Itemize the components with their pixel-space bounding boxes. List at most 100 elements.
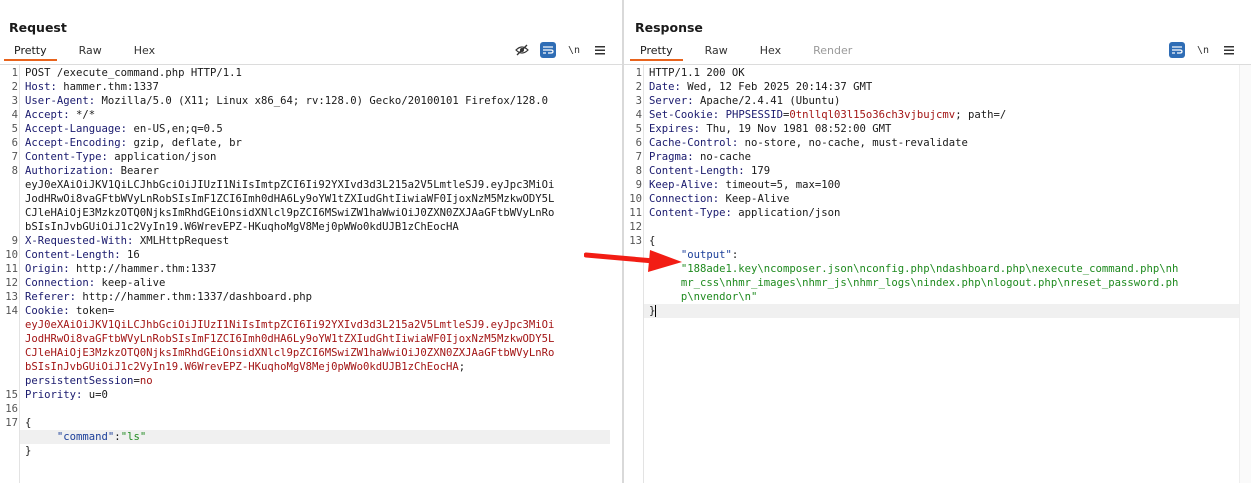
- menu-icon[interactable]: [1221, 42, 1237, 58]
- hide-eye-icon[interactable]: [514, 42, 530, 58]
- header-name: Host:: [25, 81, 57, 93]
- header-name: Content-Type:: [649, 207, 732, 219]
- header-value: XMLHttpRequest: [133, 235, 230, 247]
- code-line: X-Requested-With: XMLHttpRequest: [20, 234, 610, 248]
- response-tab-render[interactable]: Render: [803, 41, 862, 61]
- code-line: CJleHAiOjE3MzkzOTQ0NjksImRhdGEiOnsidXNlc…: [20, 206, 610, 220]
- code-line: HTTP/1.1 200 OK: [644, 66, 1239, 80]
- code-text: eyJ0eXAiOiJKV1QiLCJhbGciOiJIUzI1NiIsImtp…: [25, 179, 555, 191]
- token-value: JodHRwOi8vaGFtbWVyLnRobSIsImF1ZCI6Imh0dH…: [25, 333, 555, 345]
- code-line: Keep-Alive: timeout=5, max=100: [644, 178, 1239, 192]
- response-tab-hex[interactable]: Hex: [750, 41, 791, 61]
- cookie-name: PHPSESSID: [725, 109, 783, 121]
- response-line-numbers: 1 2 3 4 5 6 7 8 9 10 11 12 13: [624, 65, 644, 483]
- response-tab-pretty[interactable]: Pretty: [630, 41, 683, 61]
- request-toolbar: \n: [504, 41, 608, 59]
- header-value: Bearer: [114, 165, 159, 177]
- line-number: 4: [11, 109, 18, 121]
- line-number: 6: [635, 137, 642, 149]
- line-number: 14: [5, 305, 18, 317]
- red-arrow-annotation: [584, 250, 682, 272]
- json-value: mr_css\nhmr_images\nhmr_js\nhmr_logs\nin…: [680, 277, 1179, 289]
- header-name: Keep-Alive:: [649, 179, 720, 191]
- header-value: */*: [69, 109, 96, 121]
- request-tab-hex[interactable]: Hex: [124, 41, 165, 61]
- wrap-lines-icon[interactable]: [540, 42, 556, 58]
- code-line: Accept-Encoding: gzip, deflate, br: [20, 136, 610, 150]
- line-number: 4: [635, 109, 642, 121]
- line-number: 1: [635, 67, 642, 79]
- code-line: "188ade1.key\ncomposer.json\nconfig.php\…: [644, 262, 1239, 276]
- response-tabs: Pretty Raw Hex Render: [630, 41, 874, 61]
- header-name: Accept:: [25, 109, 70, 121]
- header-name: Referer:: [25, 291, 77, 303]
- line-number: 16: [5, 403, 18, 415]
- request-tab-raw[interactable]: Raw: [69, 41, 112, 61]
- line-number: 11: [5, 263, 18, 275]
- code-line: }: [644, 304, 1239, 318]
- code-text: }: [25, 445, 32, 457]
- code-line: p\nvendor\n": [644, 290, 1239, 304]
- header-name: Content-Length:: [25, 249, 121, 261]
- json-value: "ls": [120, 431, 147, 443]
- header-name: Accept-Encoding:: [25, 137, 128, 149]
- header-name: Connection:: [25, 277, 96, 289]
- line-number: 10: [629, 193, 642, 205]
- response-code[interactable]: HTTP/1.1 200 OK Date: Wed, 12 Feb 2025 20…: [644, 65, 1239, 483]
- header-value: no-store, no-cache, must-revalidate: [738, 137, 968, 149]
- request-code[interactable]: POST /execute_command.php HTTP/1.1 Host: …: [20, 65, 610, 483]
- response-tab-raw[interactable]: Raw: [695, 41, 738, 61]
- line-number: 7: [11, 151, 18, 163]
- header-value: gzip, deflate, br: [127, 137, 242, 149]
- header-name: Server:: [649, 95, 694, 107]
- line-number: 13: [629, 235, 642, 247]
- header-value: 16: [120, 249, 140, 261]
- header-name: Connection:: [649, 193, 720, 205]
- line-number: 9: [635, 179, 642, 191]
- code-line: "output":: [644, 248, 1239, 262]
- header-name: Authorization:: [25, 165, 115, 177]
- line-number: 10: [5, 249, 18, 261]
- code-line: Accept-Language: en-US,en;q=0.5: [20, 122, 610, 136]
- request-tab-pretty[interactable]: Pretty: [4, 41, 57, 61]
- code-text: bSIsInJvbGUiOiJ1c2VyIn19.W6WrevEPZ-HKuqh…: [25, 221, 459, 233]
- header-value: Keep-Alive: [719, 193, 790, 205]
- wrap-lines-icon[interactable]: [1169, 42, 1185, 58]
- separator: :: [731, 249, 739, 261]
- code-line: }: [20, 444, 610, 458]
- code-line: Referer: http://hammer.thm:1337/dashboar…: [20, 290, 610, 304]
- code-line: Content-Type: application/json: [20, 150, 610, 164]
- json-key: "command": [56, 431, 115, 443]
- code-line: JodHRwOi8vaGFtbWVyLnRobSIsImF1ZCI6Imh0dH…: [20, 332, 610, 346]
- code-line: Connection: keep-alive: [20, 276, 610, 290]
- code-text: {: [25, 417, 32, 429]
- code-line: Content-Type: application/json: [644, 206, 1239, 220]
- show-newlines-icon[interactable]: \n: [566, 42, 582, 58]
- header-name: Priority:: [25, 389, 83, 401]
- header-value: 179: [744, 165, 771, 177]
- code-line: "command":"ls": [20, 430, 610, 444]
- line-number: 3: [635, 95, 642, 107]
- header-value: http://hammer.thm:1337/dashboard.php: [76, 291, 313, 303]
- request-editor[interactable]: 1 2 3 4 5 6 7 8 9 10 11 12 13 14 15 16 17 POST /execute_…: [0, 64, 622, 483]
- header-name: Accept-Language:: [25, 123, 128, 135]
- code-line: Accept: */*: [20, 108, 610, 122]
- header-name: Cookie:: [25, 305, 70, 317]
- code-line: Connection: Keep-Alive: [644, 192, 1239, 206]
- show-newlines-icon[interactable]: \n: [1195, 42, 1211, 58]
- line-number: 17: [5, 417, 18, 429]
- header-name: Date:: [649, 81, 681, 93]
- menu-icon[interactable]: [592, 42, 608, 58]
- header-name: Cache-Control:: [649, 137, 739, 149]
- header-value: Thu, 19 Nov 1981 08:52:00 GMT: [700, 123, 892, 135]
- response-editor[interactable]: 1 2 3 4 5 6 7 8 9 10 11 12 13 HTTP/1.1 200 OK Date: W…: [624, 64, 1251, 483]
- code-line: Content-Length: 16: [20, 248, 610, 262]
- code-line: bSIsInJvbGUiOiJ1c2VyIn19.W6WrevEPZ-HKuqh…: [20, 220, 610, 234]
- text-cursor: [655, 305, 657, 317]
- line-number: 1: [11, 67, 18, 79]
- request-tabs: Pretty Raw Hex: [4, 41, 177, 61]
- header-name: User-Agent:: [25, 95, 96, 107]
- response-scrollbar[interactable]: [1239, 65, 1251, 483]
